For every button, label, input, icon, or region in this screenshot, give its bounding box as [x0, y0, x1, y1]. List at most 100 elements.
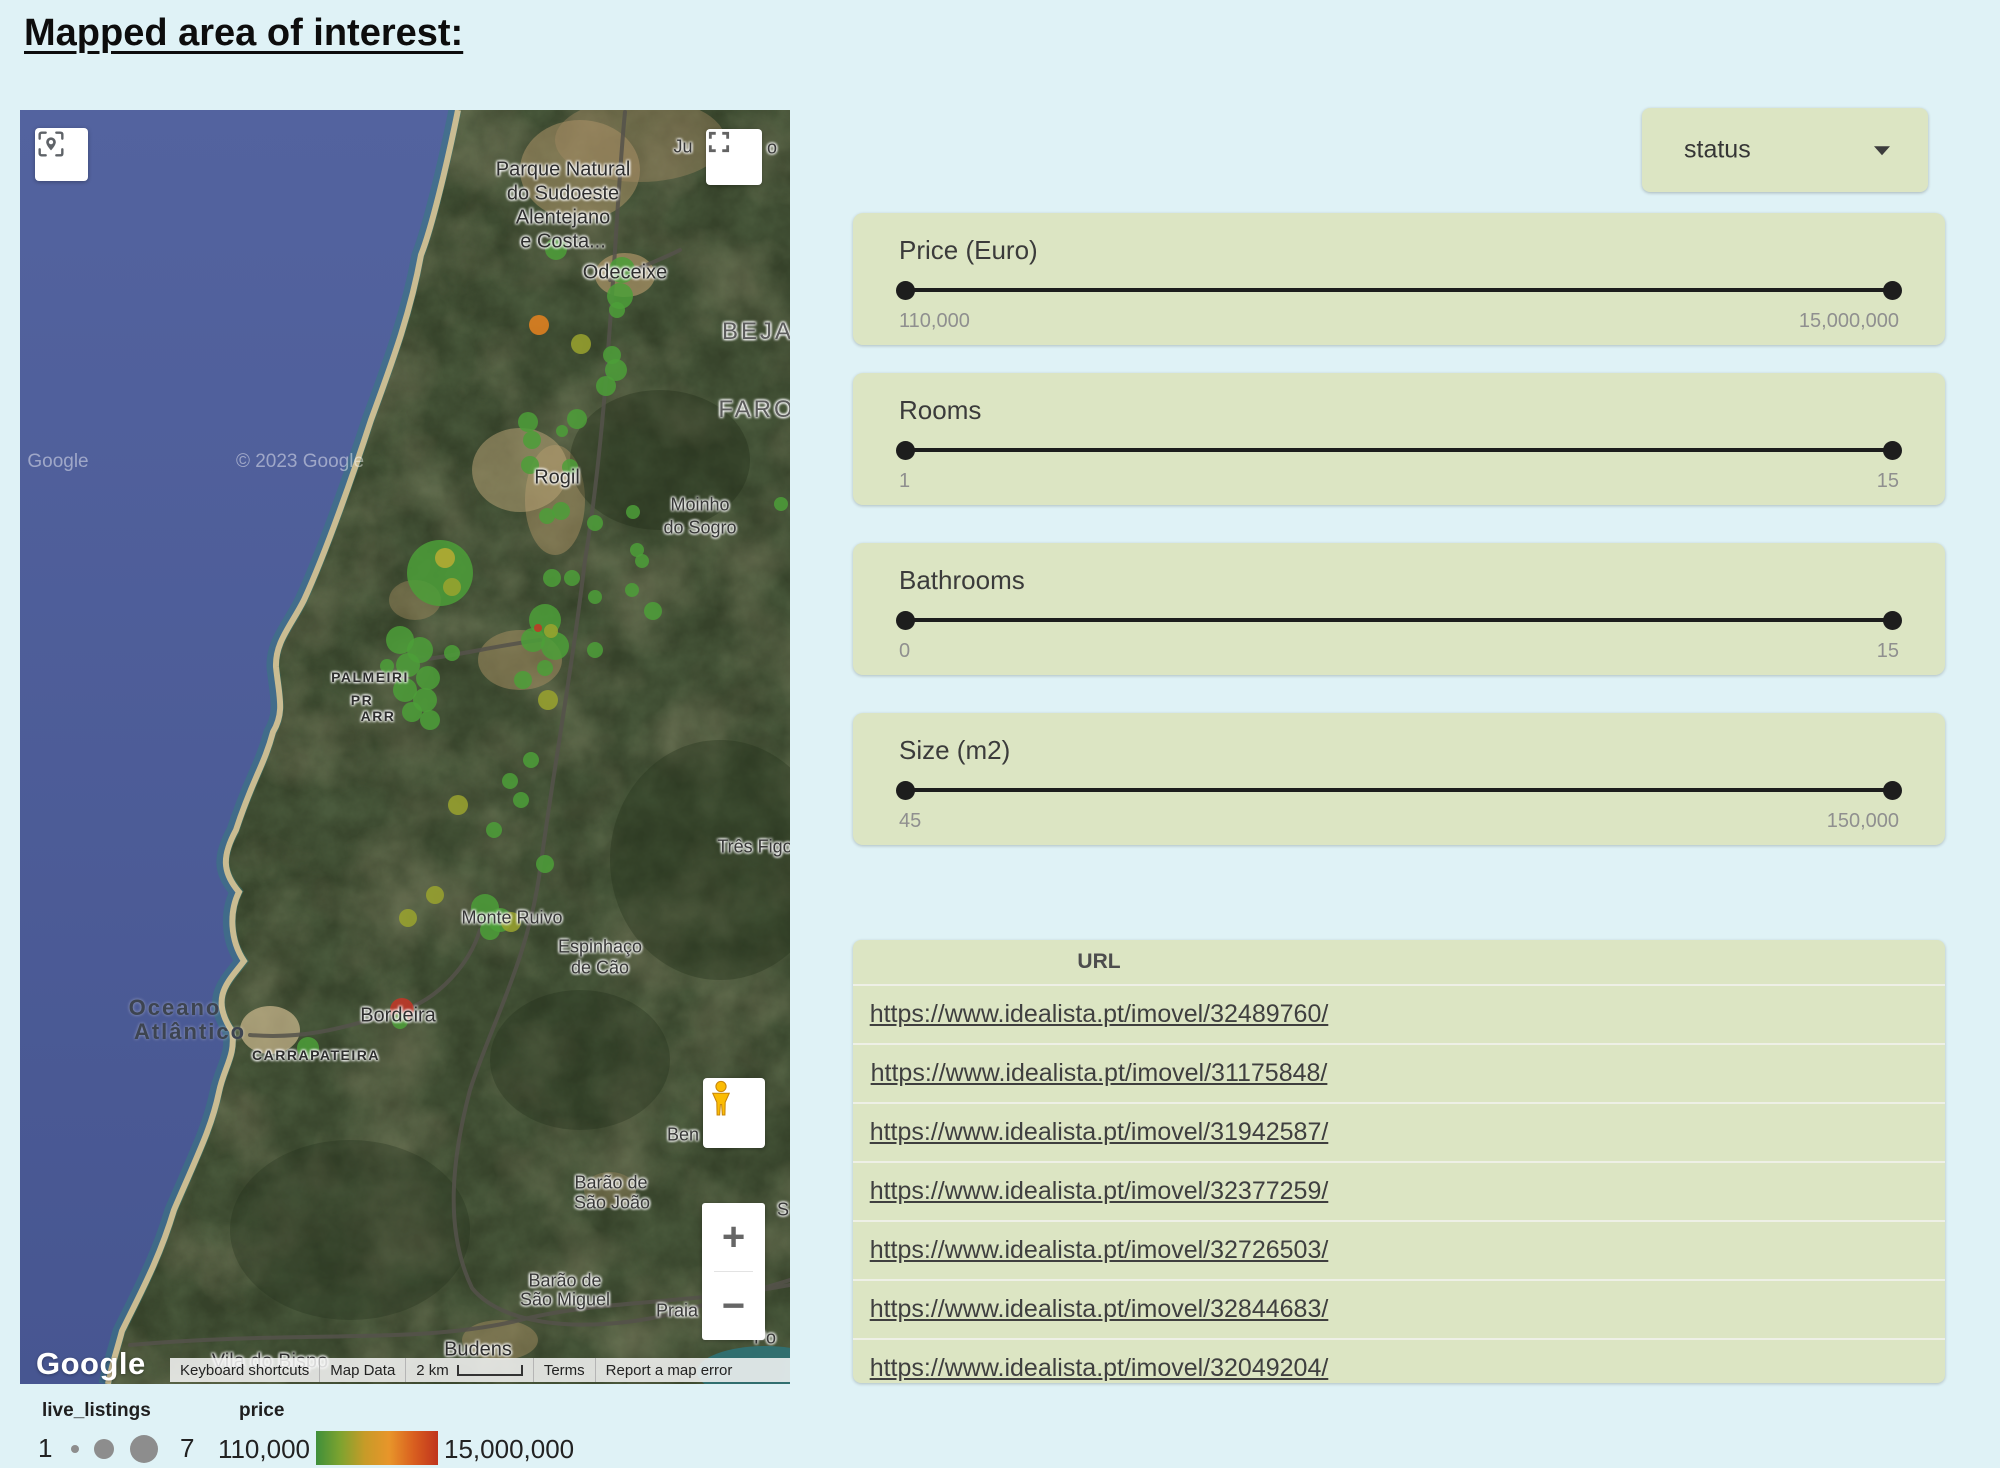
map-location-button[interactable] [35, 128, 88, 181]
map-attribution-item[interactable]: Map Data [319, 1358, 405, 1382]
listing-url-link[interactable]: https://www.idealista.pt/imovel/32489760… [870, 1000, 1329, 1029]
bathrooms-filter-panel: Bathrooms 0 15 [853, 543, 1945, 675]
status-dropdown[interactable]: status [1642, 108, 1928, 192]
listing-marker[interactable] [596, 376, 616, 396]
listing-marker[interactable] [625, 583, 639, 597]
listing-marker[interactable] [609, 302, 625, 318]
listing-marker[interactable] [564, 570, 580, 586]
bathrooms-slider-handle-max[interactable] [1883, 611, 1902, 630]
price-slider-track[interactable] [900, 281, 1898, 299]
table-row: https://www.idealista.pt/imovel/32844683… [853, 1279, 1945, 1338]
listing-marker[interactable] [544, 624, 558, 638]
bathrooms-slider-handle-min[interactable] [896, 611, 915, 630]
slider-min-value: 1 [899, 470, 910, 493]
listing-marker[interactable] [567, 409, 587, 429]
listing-marker[interactable] [435, 548, 455, 568]
map[interactable]: Parque Naturaldo SudoesteAlentejanoe Cos… [20, 110, 790, 1384]
map-scale-bar [457, 1365, 523, 1376]
table-row: https://www.idealista.pt/imovel/32489760… [853, 984, 1945, 1043]
rooms-filter-panel: Rooms 1 15 [853, 373, 1945, 505]
listing-marker[interactable] [587, 515, 603, 531]
listing-marker[interactable] [297, 1037, 319, 1059]
slider-max-value: 15,000,000 [1799, 310, 1899, 333]
listing-url-link[interactable]: https://www.idealista.pt/imovel/31942587… [870, 1118, 1329, 1147]
size-slider-track[interactable] [900, 781, 1898, 799]
listing-marker[interactable] [537, 660, 553, 676]
listing-marker[interactable] [513, 792, 529, 808]
listing-marker[interactable] [486, 822, 502, 838]
listing-url-link[interactable]: https://www.idealista.pt/imovel/32049204… [870, 1354, 1329, 1383]
listing-marker[interactable] [399, 909, 417, 927]
listing-marker[interactable] [556, 425, 568, 437]
listing-marker[interactable] [448, 795, 468, 815]
listing-marker[interactable] [523, 431, 541, 449]
rooms-slider-handle-max[interactable] [1883, 441, 1902, 460]
fullscreen-icon [706, 129, 732, 155]
listing-marker[interactable] [609, 257, 635, 283]
size-slider-handle-max[interactable] [1883, 781, 1902, 800]
listing-marker[interactable] [380, 659, 394, 673]
zoom-in-button[interactable]: + [702, 1203, 765, 1271]
url-table: URL https://www.idealista.pt/imovel/3248… [853, 940, 1945, 1383]
price-slider-handle-max[interactable] [1883, 281, 1902, 300]
listing-url-link[interactable]: https://www.idealista.pt/imovel/32377259… [870, 1177, 1329, 1206]
listing-marker[interactable] [426, 886, 444, 904]
pegman-button[interactable] [703, 1078, 765, 1148]
rooms-slider-handle-min[interactable] [896, 441, 915, 460]
listing-marker[interactable] [534, 624, 542, 632]
listing-url-link[interactable]: https://www.idealista.pt/imovel/32726503… [870, 1236, 1329, 1265]
listing-marker[interactable] [545, 238, 567, 260]
listing-marker[interactable] [480, 920, 500, 940]
listing-marker[interactable] [501, 912, 521, 932]
map-attribution-item[interactable]: Terms [533, 1358, 595, 1382]
listing-marker[interactable] [416, 666, 440, 690]
listing-marker[interactable] [543, 569, 561, 587]
fullscreen-button[interactable] [706, 129, 762, 185]
listing-marker[interactable] [536, 855, 554, 873]
price-slider-handle-min[interactable] [896, 281, 915, 300]
listing-marker[interactable] [529, 315, 549, 335]
listing-marker[interactable] [392, 1013, 408, 1029]
listing-marker[interactable] [444, 645, 460, 661]
listing-marker[interactable] [402, 702, 422, 722]
listing-marker[interactable] [626, 505, 640, 519]
slider-line [900, 288, 1898, 292]
rooms-slider-track[interactable] [900, 441, 1898, 459]
size-slider-handle-min[interactable] [896, 781, 915, 800]
listing-marker[interactable] [396, 653, 420, 677]
slider-min-value: 45 [899, 810, 921, 833]
listing-marker[interactable] [538, 690, 558, 710]
listing-marker[interactable] [518, 412, 538, 432]
table-row: https://www.idealista.pt/imovel/31942587… [853, 1102, 1945, 1161]
size-legend-min: 1 [38, 1433, 52, 1464]
satellite-map-canvas [20, 110, 790, 1384]
listing-url-link[interactable]: https://www.idealista.pt/imovel/31175848… [871, 1059, 1328, 1088]
listing-marker[interactable] [588, 590, 602, 604]
listing-marker[interactable] [443, 578, 461, 596]
bathrooms-slider-track[interactable] [900, 611, 1898, 629]
app-root: Mapped area of interest: [0, 0, 2000, 1468]
chevron-down-icon [1874, 146, 1890, 155]
map-attribution-item[interactable]: Report a map error [595, 1358, 743, 1382]
listing-marker[interactable] [502, 773, 518, 789]
map-attribution-item[interactable]: Keyboard shortcuts [170, 1358, 319, 1382]
listing-marker[interactable] [562, 459, 578, 475]
listing-marker[interactable] [644, 602, 662, 620]
listing-marker[interactable] [587, 642, 603, 658]
zoom-out-button[interactable]: − [702, 1272, 765, 1340]
listing-marker[interactable] [521, 456, 539, 474]
listing-marker[interactable] [552, 502, 570, 520]
listing-marker[interactable] [635, 554, 649, 568]
page-title: Mapped area of interest: [24, 12, 463, 55]
listing-url-link[interactable]: https://www.idealista.pt/imovel/32844683… [870, 1295, 1329, 1324]
listing-marker[interactable] [774, 497, 788, 511]
color-legend-max: 15,000,000 [444, 1434, 574, 1465]
google-logo[interactable]: Google [36, 1346, 146, 1382]
listing-marker[interactable] [514, 671, 532, 689]
size-legend-max: 7 [180, 1433, 194, 1464]
listing-marker[interactable] [523, 752, 539, 768]
price-filter-panel: Price (Euro) 110,000 15,000,000 [853, 213, 1945, 345]
listing-marker[interactable] [420, 710, 440, 730]
size-legend-dot-small [71, 1445, 79, 1453]
listing-marker[interactable] [571, 334, 591, 354]
